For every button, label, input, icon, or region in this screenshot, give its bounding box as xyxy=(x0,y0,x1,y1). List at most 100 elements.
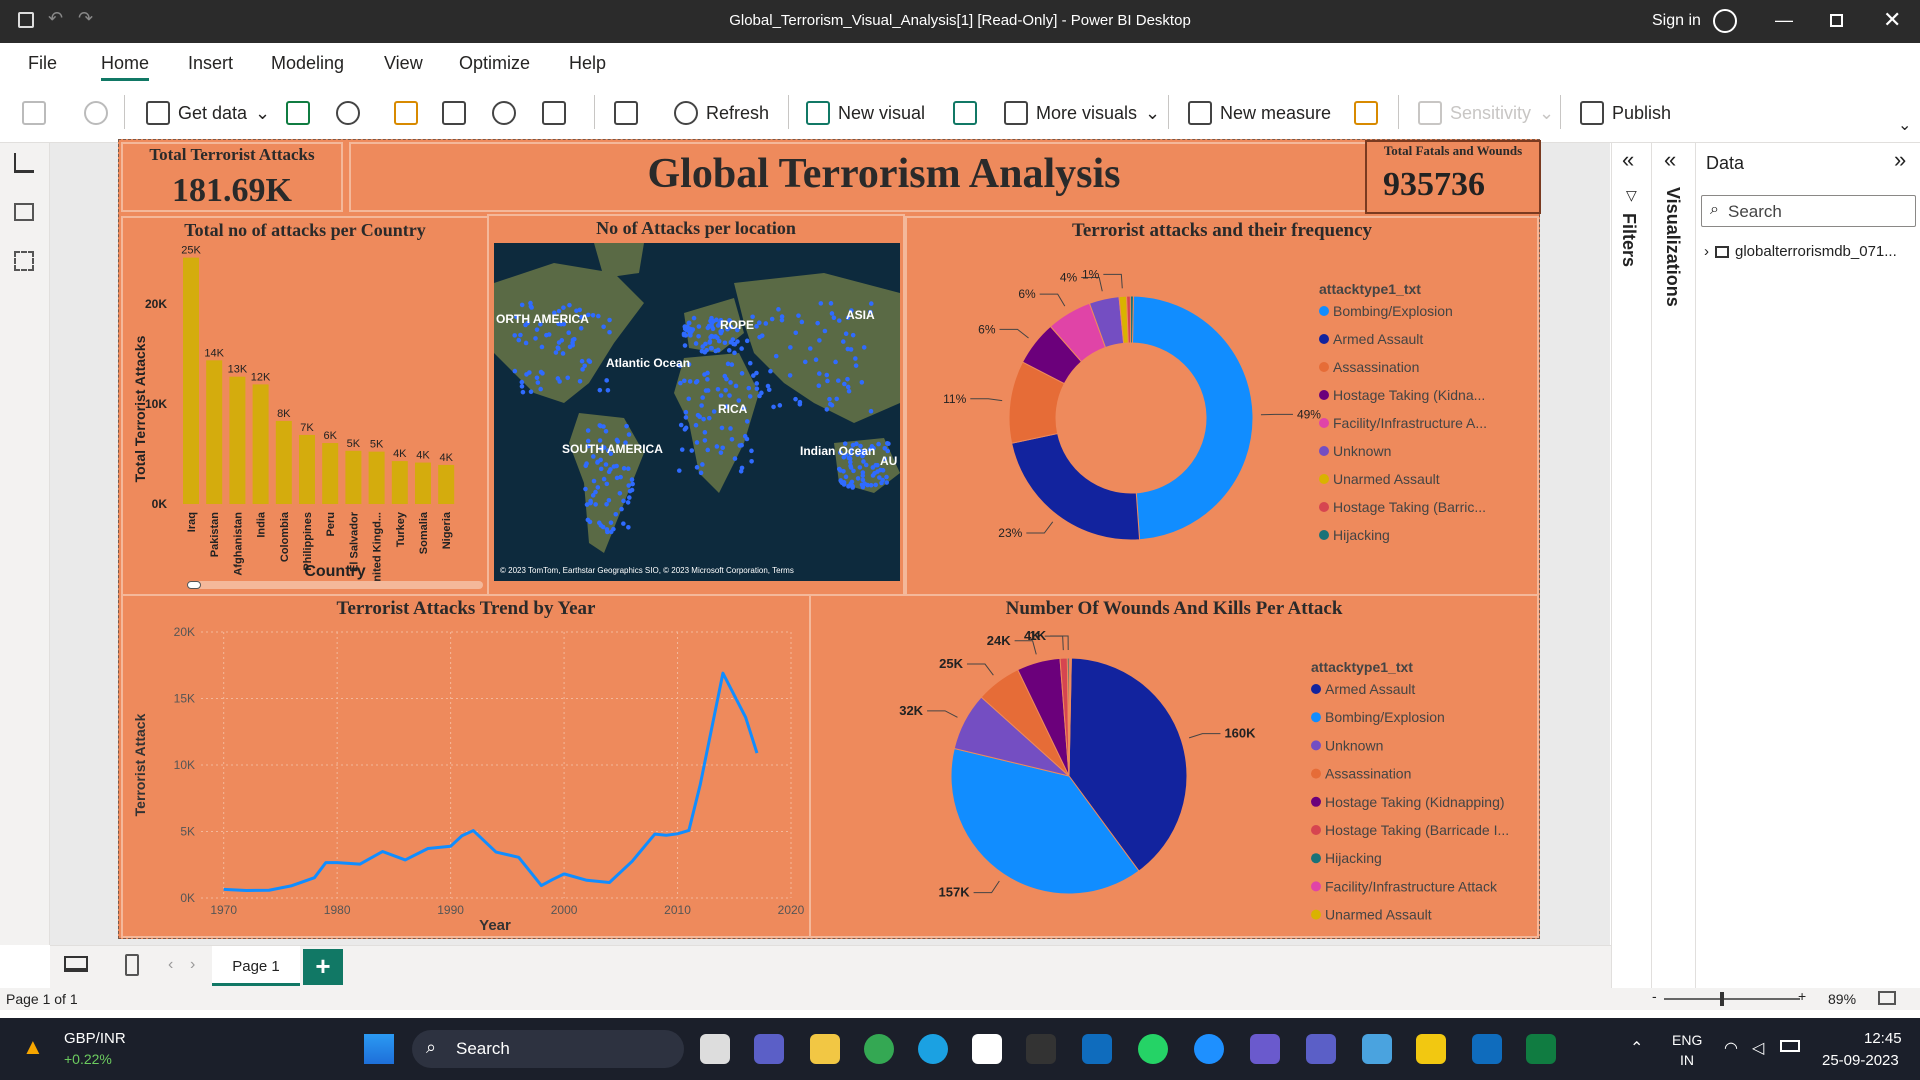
clock-date[interactable]: 25-09-2023 xyxy=(1822,1052,1899,1069)
scrollbar-thumb[interactable] xyxy=(187,581,201,589)
language-line1[interactable]: ENG xyxy=(1672,1032,1702,1048)
zoom-slider-thumb[interactable] xyxy=(1720,992,1724,1006)
add-page-button[interactable]: + xyxy=(303,949,343,985)
minimize-icon[interactable]: — xyxy=(1775,10,1793,31)
battery-icon[interactable] xyxy=(1780,1040,1800,1052)
onelake-icon[interactable] xyxy=(336,101,360,125)
whatsapp-icon[interactable] xyxy=(1138,1034,1168,1064)
expand-icon[interactable]: « xyxy=(1622,147,1634,173)
chevron-right-icon[interactable]: › xyxy=(1704,243,1709,260)
zoom-out-icon[interactable]: - xyxy=(1652,988,1657,1004)
menu-optimize[interactable]: Optimize xyxy=(459,53,530,74)
map-panel[interactable]: No of Attacks per location ORTH AMERICA A… xyxy=(487,214,905,596)
stocks-icon[interactable]: ▲ xyxy=(22,1034,44,1060)
text-box-icon[interactable] xyxy=(953,101,977,125)
kpi-card-fatals[interactable]: Total Fatals and Wounds 935736 xyxy=(1365,140,1541,214)
sql-icon[interactable] xyxy=(394,101,418,125)
fit-page-icon[interactable] xyxy=(1878,991,1896,1005)
publish-button[interactable]: Publish xyxy=(1580,101,1671,125)
menu-modeling[interactable]: Modeling xyxy=(271,53,344,74)
restore-icon[interactable] xyxy=(1830,14,1843,27)
menu-help[interactable]: Help xyxy=(569,53,606,74)
attack-point xyxy=(533,336,538,341)
world-map[interactable]: ORTH AMERICA Atlantic Ocean SOUTH AMERICA A… xyxy=(494,243,900,581)
paste-icon[interactable] xyxy=(22,101,46,125)
next-page-icon[interactable]: › xyxy=(190,956,195,974)
get-data-button[interactable]: Get data ⌄ xyxy=(146,101,270,125)
report-view-icon[interactable] xyxy=(14,153,34,173)
mobile-layout-icon[interactable] xyxy=(125,954,139,976)
excel-icon[interactable] xyxy=(1526,1034,1556,1064)
format-painter-icon[interactable] xyxy=(84,101,108,125)
help-icon[interactable] xyxy=(1194,1034,1224,1064)
bar xyxy=(229,376,246,504)
page-tab[interactable]: Page 1 xyxy=(212,946,300,986)
language-line2[interactable]: IN xyxy=(1680,1052,1694,1068)
app-icon[interactable] xyxy=(1026,1034,1056,1064)
line-chart-panel[interactable]: Terrorist Attacks Trend by Year 0K 5K 10K 1… xyxy=(121,594,811,938)
file-explorer-icon[interactable] xyxy=(810,1034,840,1064)
recent-sources-icon[interactable] xyxy=(542,101,566,125)
new-measure-button[interactable]: New measure xyxy=(1188,101,1331,125)
quick-measure-icon[interactable] xyxy=(1354,101,1378,125)
attack-point xyxy=(723,387,728,393)
ticker-label[interactable]: GBP/INR xyxy=(64,1030,126,1047)
menu-file[interactable]: File xyxy=(28,53,57,74)
snipping-icon[interactable] xyxy=(1362,1034,1392,1064)
filters-pane-collapsed[interactable]: « ▽ Filters xyxy=(1611,143,1651,988)
legend-item: Bombing/Explosion xyxy=(1333,303,1453,319)
bar xyxy=(345,450,362,504)
refresh-button[interactable]: Refresh xyxy=(674,101,769,125)
table-view-icon[interactable] xyxy=(14,203,34,221)
more-visuals-button[interactable]: More visuals ⌄ xyxy=(1004,101,1160,125)
excel-icon[interactable] xyxy=(286,101,310,125)
dataverse-icon[interactable] xyxy=(492,101,516,125)
collapse-ribbon-icon[interactable]: ⌄ xyxy=(1898,115,1911,135)
field-list-item[interactable]: › globalterrorismdb_071... xyxy=(1704,243,1897,260)
sign-in-link[interactable]: Sign in xyxy=(1652,12,1701,30)
visualizations-pane-collapsed[interactable]: « Visualizations xyxy=(1651,143,1695,988)
legend-marker xyxy=(1319,502,1329,512)
menu-insert[interactable]: Insert xyxy=(188,53,233,74)
attack-point xyxy=(538,386,543,392)
clock-time[interactable]: 12:45 xyxy=(1864,1030,1902,1047)
chevron-up-icon[interactable]: ⌃ xyxy=(1630,1038,1643,1058)
zoom-level[interactable]: 89% xyxy=(1828,991,1856,1007)
meet-icon[interactable] xyxy=(754,1034,784,1064)
mail-icon[interactable] xyxy=(1082,1034,1112,1064)
chrome-icon[interactable] xyxy=(864,1034,894,1064)
new-visual-button[interactable]: New visual xyxy=(806,101,925,125)
collapse-icon[interactable]: » xyxy=(1894,147,1906,173)
expand-icon[interactable]: « xyxy=(1664,147,1676,173)
taskbar-search[interactable]: ⌕ Search xyxy=(412,1030,684,1068)
close-icon[interactable]: ✕ xyxy=(1883,7,1901,33)
model-view-icon[interactable] xyxy=(14,251,34,271)
store-icon[interactable] xyxy=(972,1034,1002,1064)
teams-icon[interactable] xyxy=(1306,1034,1336,1064)
account-icon[interactable] xyxy=(1713,9,1737,33)
menu-view[interactable]: View xyxy=(384,53,423,74)
transform-data-icon[interactable] xyxy=(614,101,638,125)
task-view-icon[interactable] xyxy=(700,1034,730,1064)
attack-point xyxy=(560,351,566,356)
zoom-slider[interactable] xyxy=(1664,992,1800,1006)
edge-icon[interactable] xyxy=(918,1034,948,1064)
outlook-icon[interactable] xyxy=(1472,1034,1502,1064)
pie-panel[interactable]: Number Of Wounds And Kills Per Attack 16… xyxy=(809,594,1539,938)
scrollbar[interactable] xyxy=(187,581,483,589)
prev-page-icon[interactable]: ‹ xyxy=(168,956,173,974)
zoom-in-icon[interactable]: + xyxy=(1798,988,1806,1004)
enter-data-icon[interactable] xyxy=(442,101,466,125)
windows-start-icon[interactable] xyxy=(364,1034,394,1064)
app-icon[interactable] xyxy=(1250,1034,1280,1064)
attack-point xyxy=(713,348,718,354)
volume-icon[interactable]: ◁ xyxy=(1752,1038,1764,1058)
search-box[interactable]: ⌕ Search xyxy=(1701,195,1916,227)
attack-point xyxy=(718,450,724,455)
bar-chart-panel[interactable]: Total no of attacks per Country 0K 10K 20K… xyxy=(121,216,489,596)
wifi-icon[interactable]: ◠ xyxy=(1724,1038,1738,1058)
donut-panel[interactable]: Terrorist attacks and their frequency 49… xyxy=(905,216,1539,596)
power-bi-icon[interactable] xyxy=(1416,1034,1446,1064)
desktop-layout-icon[interactable] xyxy=(64,956,88,972)
menu-home[interactable]: Home xyxy=(101,53,150,81)
